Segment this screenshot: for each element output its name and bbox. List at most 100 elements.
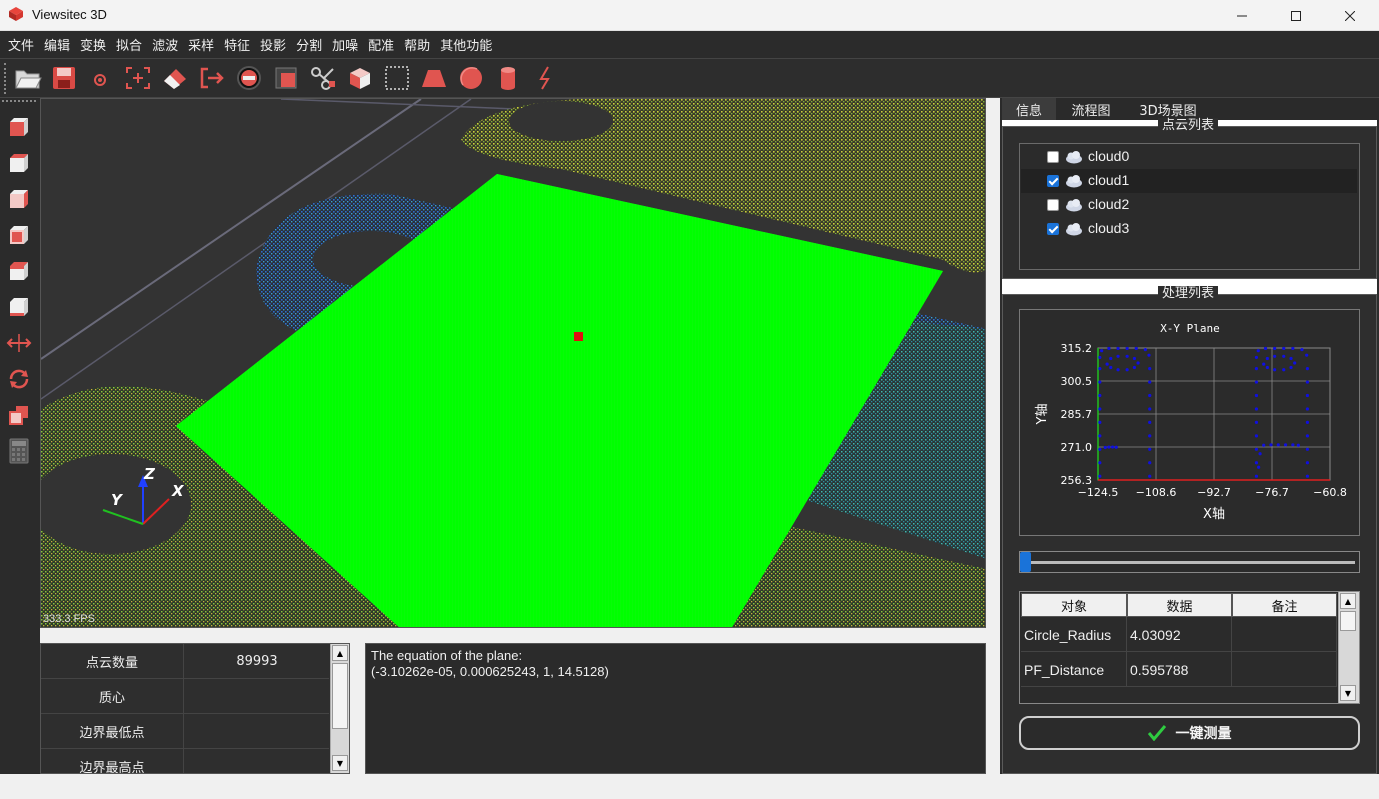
copy-icon xyxy=(9,406,28,425)
one-click-measure-button[interactable]: 一键测量 xyxy=(1019,716,1360,750)
menu-other[interactable]: 其他功能 xyxy=(436,35,496,54)
minimize-button[interactable] xyxy=(1219,0,1265,31)
tab-info[interactable]: 信息 xyxy=(1002,98,1056,120)
cloud-checkbox[interactable] xyxy=(1047,199,1059,211)
scroll-down-icon[interactable]: ▼ xyxy=(1340,685,1356,701)
view-front-button[interactable] xyxy=(4,112,34,142)
lightning-button[interactable] xyxy=(529,62,561,94)
data-point xyxy=(1289,365,1293,370)
tab-flowchart[interactable]: 流程图 xyxy=(1058,98,1124,120)
column-header-data[interactable]: 数据 xyxy=(1127,593,1232,617)
point-icon xyxy=(94,74,106,86)
data-point xyxy=(1116,354,1120,358)
point-button[interactable] xyxy=(84,62,116,94)
scroll-up-icon[interactable]: ▲ xyxy=(1340,593,1356,609)
cloud-checkbox[interactable] xyxy=(1047,175,1059,187)
list-item[interactable]: cloud0 xyxy=(1021,145,1357,169)
column-header-object[interactable]: 对象 xyxy=(1021,593,1127,617)
output-console[interactable]: The equation of the plane: (-3.10262e-05… xyxy=(365,643,986,774)
data-point xyxy=(1148,380,1152,384)
copy-button[interactable] xyxy=(4,400,34,430)
menu-help[interactable]: 帮助 xyxy=(400,35,434,54)
toolbar-grip[interactable] xyxy=(4,63,8,94)
menu-registration[interactable]: 配准 xyxy=(364,35,398,54)
list-item[interactable]: cloud2 xyxy=(1021,193,1357,217)
slider-handle[interactable] xyxy=(1020,552,1031,572)
cloud-checkbox[interactable] xyxy=(1047,151,1059,163)
calculator-button[interactable] xyxy=(4,436,34,466)
menu-add-noise[interactable]: 加噪 xyxy=(328,35,362,54)
rotate-button[interactable] xyxy=(4,364,34,394)
menu-projection[interactable]: 投影 xyxy=(256,35,290,54)
scroll-thumb[interactable] xyxy=(332,663,348,729)
property-value xyxy=(185,714,329,749)
data-point xyxy=(1109,365,1113,370)
open-button[interactable] xyxy=(12,62,44,94)
menu-edit[interactable]: 编辑 xyxy=(40,35,74,54)
scroll-up-icon[interactable]: ▲ xyxy=(332,645,348,661)
sphere-icon xyxy=(460,67,482,89)
y-tick-label: 285.7 xyxy=(1061,408,1093,421)
lightning-icon xyxy=(539,66,550,90)
open-folder-icon xyxy=(15,70,42,89)
list-item[interactable]: cloud3 xyxy=(1021,217,1357,241)
maximize-button[interactable] xyxy=(1273,0,1319,31)
view-left-button[interactable] xyxy=(4,184,34,214)
menu-sample[interactable]: 采样 xyxy=(184,35,218,54)
3d-viewport[interactable]: Z X Y 333.3 FPS xyxy=(40,98,986,628)
x-tick-label: −76.7 xyxy=(1255,486,1289,499)
menu-segment[interactable]: 分割 xyxy=(292,35,326,54)
save-button[interactable] xyxy=(48,62,80,94)
cloud-checkbox[interactable] xyxy=(1047,223,1059,235)
table-row[interactable]: Circle_Radius 4.03092 xyxy=(1021,617,1337,652)
table-row: 质心 xyxy=(41,679,329,714)
box-button[interactable] xyxy=(270,62,302,94)
remove-button[interactable] xyxy=(233,62,265,94)
table-row[interactable]: PF_Distance 0.595788 xyxy=(1021,652,1337,687)
menu-filter[interactable]: 滤波 xyxy=(148,35,182,54)
translate-button[interactable] xyxy=(4,328,34,358)
properties-table: 点云数量 89993 质心 边界最低点 边界最高点 ▲ ▼ xyxy=(40,643,350,774)
menu-fit[interactable]: 拟合 xyxy=(112,35,146,54)
tab-3d-scene[interactable]: 3D场景图 xyxy=(1130,98,1206,120)
view-top-button[interactable] xyxy=(4,256,34,286)
data-point xyxy=(1116,346,1120,351)
cube-button[interactable] xyxy=(344,62,376,94)
column-header-note[interactable]: 备注 xyxy=(1232,593,1337,617)
view-back-button[interactable] xyxy=(4,148,34,178)
data-point xyxy=(1305,393,1310,398)
axis-x-label: X xyxy=(171,482,185,500)
property-value xyxy=(185,679,329,714)
menu-file[interactable]: 文件 xyxy=(4,35,38,54)
view-bottom-button[interactable] xyxy=(4,292,34,322)
measurement-scrollbar[interactable]: ▲ ▼ xyxy=(1338,592,1359,703)
trapezoid-button[interactable] xyxy=(418,62,450,94)
exit-button[interactable] xyxy=(196,62,228,94)
property-key: 边界最高点 xyxy=(41,749,184,773)
data-point xyxy=(1148,447,1152,451)
eraser-button[interactable] xyxy=(159,62,191,94)
scroll-thumb[interactable] xyxy=(1340,611,1356,631)
data-point xyxy=(1148,434,1152,438)
process-slider[interactable] xyxy=(1019,551,1360,573)
cylinder-button[interactable] xyxy=(492,62,524,94)
view-right-button[interactable] xyxy=(4,220,34,250)
scroll-down-icon[interactable]: ▼ xyxy=(332,755,348,771)
data-point xyxy=(1289,356,1293,361)
data-point xyxy=(1263,346,1268,351)
data-point xyxy=(1098,434,1102,438)
view-toolbar-grip[interactable] xyxy=(2,100,36,102)
pick-point-button[interactable] xyxy=(122,62,154,94)
cut-button[interactable] xyxy=(307,62,339,94)
menu-transform[interactable]: 变换 xyxy=(76,35,110,54)
properties-scrollbar[interactable]: ▲ ▼ xyxy=(330,644,349,773)
menu-feature[interactable]: 特征 xyxy=(220,35,254,54)
sphere-button[interactable] xyxy=(455,62,487,94)
data-point xyxy=(1098,380,1102,384)
bounding-box-button[interactable] xyxy=(381,62,413,94)
data-point xyxy=(1254,447,1259,451)
list-item[interactable]: cloud1 xyxy=(1021,169,1357,193)
data-point xyxy=(1300,347,1304,352)
data-point xyxy=(1148,393,1152,398)
close-button[interactable] xyxy=(1327,0,1373,31)
